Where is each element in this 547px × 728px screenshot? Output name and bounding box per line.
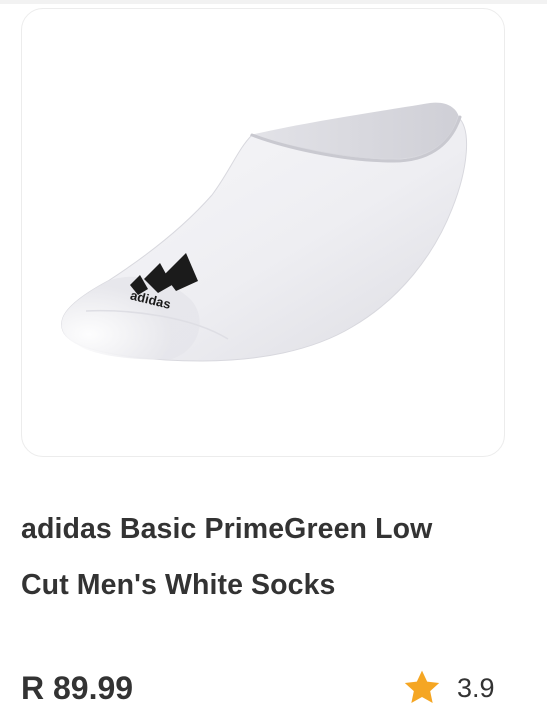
product-title-line-1: adidas Basic PrimeGreen Low bbox=[21, 513, 433, 545]
product-title[interactable]: adidas Basic PrimeGreen Low Cut Men's Wh… bbox=[21, 501, 521, 613]
star-icon bbox=[404, 670, 440, 703]
top-divider bbox=[0, 0, 547, 4]
rating-value: 3.9 bbox=[457, 672, 495, 703]
product-image: adidas bbox=[61, 102, 467, 362]
product-rating: 3.9 bbox=[401, 666, 495, 710]
product-image-card[interactable]: adidas bbox=[21, 8, 505, 457]
product-title-line-2: Cut Men's White Socks bbox=[21, 569, 336, 601]
product-price: R 89.99 bbox=[21, 670, 134, 706]
product-card[interactable]: adidas adidas Basic PrimeGreen Low Cut M… bbox=[0, 0, 547, 728]
